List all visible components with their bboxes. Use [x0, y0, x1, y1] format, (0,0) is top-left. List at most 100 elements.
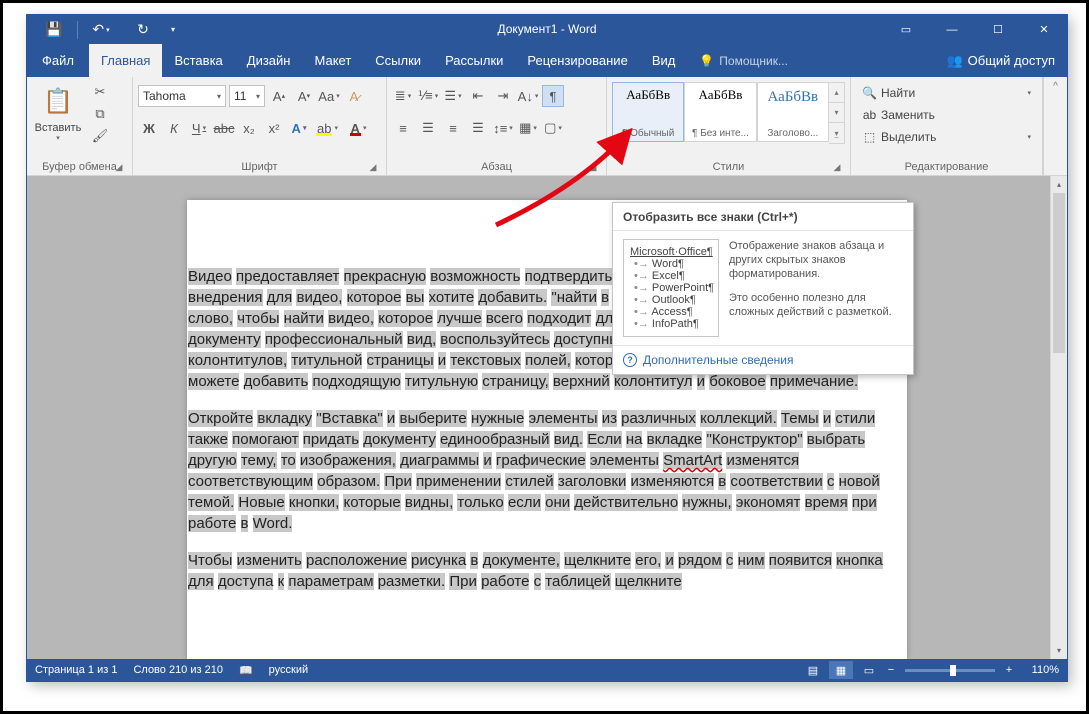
qat-customize-icon[interactable]: ▾	[164, 15, 182, 44]
align-right-icon[interactable]: ≡	[442, 117, 464, 139]
align-center-icon[interactable]: ☰	[417, 117, 439, 139]
ribbon-tabs: Файл Главная Вставка Дизайн Макет Ссылки…	[27, 44, 1067, 77]
sign-in[interactable]	[907, 44, 935, 77]
tell-me-search[interactable]: 💡Помощник...	[687, 44, 788, 77]
undo-icon[interactable]: ↶ ▾	[80, 15, 122, 44]
align-left-icon[interactable]: ≡	[392, 117, 414, 139]
share-icon: 👥	[946, 53, 962, 69]
maximize-icon[interactable]: ☐	[975, 15, 1021, 44]
minimize-icon[interactable]: —	[929, 15, 975, 44]
chevron-down-icon[interactable]: ▾	[829, 103, 844, 123]
bullets-icon[interactable]: ≣	[392, 85, 414, 107]
replace-icon: ab	[862, 108, 877, 122]
zoom-out-icon[interactable]: −	[885, 664, 897, 676]
chevron-up-icon[interactable]: ▴	[829, 83, 844, 103]
highlight-color-icon[interactable]: ab	[313, 117, 341, 139]
dialog-launcher-icon[interactable]: ◢	[367, 161, 379, 173]
web-layout-icon[interactable]: ▭	[857, 661, 881, 679]
shrink-font-icon[interactable]: A▾	[293, 85, 315, 107]
dialog-launcher-icon[interactable]: ◢	[587, 161, 599, 173]
dialog-launcher-icon[interactable]: ◢	[831, 161, 843, 173]
copy-icon[interactable]: ⧉	[90, 104, 110, 124]
sort-icon[interactable]: A↓	[517, 85, 539, 107]
bulb-icon: 💡	[699, 54, 714, 68]
scroll-up-icon[interactable]: ▴	[1051, 176, 1067, 193]
font-name-combo[interactable]: Tahoma▾	[138, 85, 226, 107]
line-spacing-icon[interactable]: ↕≡	[492, 117, 514, 139]
group-styles-label: Стили	[713, 161, 745, 173]
find-button[interactable]: 🔍Найти ▾	[858, 83, 1035, 103]
tab-insert[interactable]: Вставка	[162, 44, 234, 77]
clear-formatting-icon[interactable]: A̷	[343, 85, 365, 107]
style-heading1[interactable]: АаБбВв Заголово...	[757, 82, 829, 142]
numbering-icon[interactable]: ⅟≡	[417, 85, 439, 107]
tooltip-title: Отобразить все знаки (Ctrl+*)	[613, 203, 913, 231]
cut-icon[interactable]: ✂	[90, 82, 110, 102]
tab-home[interactable]: Главная	[89, 44, 162, 77]
help-icon: ?	[623, 353, 637, 367]
shading-icon[interactable]: ▦	[517, 117, 539, 139]
zoom-slider[interactable]	[905, 669, 995, 672]
tooltip-more-info[interactable]: ? Дополнительные сведения	[613, 345, 913, 374]
scroll-thumb[interactable]	[1053, 193, 1065, 353]
paste-button[interactable]: 📋 Вставить ▾	[32, 80, 84, 146]
italic-icon[interactable]: К	[163, 117, 185, 139]
tooltip-preview: Microsoft·Office¶•→ Word¶•→ Excel¶•→ Pow…	[623, 239, 719, 337]
status-word-count[interactable]: Слово 210 из 210	[133, 664, 223, 676]
status-page[interactable]: Страница 1 из 1	[35, 664, 117, 676]
tab-review[interactable]: Рецензирование	[515, 44, 639, 77]
tab-references[interactable]: Ссылки	[363, 44, 433, 77]
ribbon: 📋 Вставить ▾ ✂ ⧉ 🖌 Буфер обмена◢ Tahoma▾…	[27, 77, 1067, 176]
zoom-in-icon[interactable]: +	[1003, 664, 1015, 676]
print-layout-icon[interactable]: ▦	[829, 661, 853, 679]
collapse-ribbon-icon[interactable]: ^	[1043, 77, 1067, 175]
grow-font-icon[interactable]: A▴	[268, 85, 290, 107]
format-painter-icon[interactable]: 🖌	[90, 126, 110, 146]
ribbon-display-icon[interactable]: ▭	[883, 15, 929, 44]
paste-icon: 📋	[43, 84, 73, 120]
styles-expand-icon[interactable]: ▾̲	[829, 123, 844, 143]
tab-design[interactable]: Дизайн	[235, 44, 303, 77]
replace-button[interactable]: abЗаменить	[858, 105, 1035, 125]
tab-file[interactable]: Файл	[27, 44, 89, 77]
font-color-icon[interactable]: A	[344, 117, 372, 139]
multilevel-list-icon[interactable]: ☰	[442, 85, 464, 107]
text-effects-icon[interactable]: A	[288, 117, 310, 139]
window-controls: ▭ — ☐ ✕	[883, 15, 1067, 44]
read-mode-icon[interactable]: ▤	[801, 661, 825, 679]
subscript-icon[interactable]: x₂	[238, 117, 260, 139]
change-case-icon[interactable]: Aa	[318, 85, 340, 107]
window-title: Документ1 - Word	[497, 15, 596, 44]
styles-gallery-scroll[interactable]: ▴ ▾ ▾̲	[829, 82, 845, 144]
share-button[interactable]: 👥Общий доступ	[934, 44, 1067, 77]
justify-icon[interactable]: ☰	[467, 117, 489, 139]
tab-view[interactable]: Вид	[640, 44, 688, 77]
word-window: 💾 ↶ ▾ ↻ ▾ Документ1 - Word ▭ — ☐ ✕ Файл …	[26, 14, 1068, 682]
bold-icon[interactable]: Ж	[138, 117, 160, 139]
underline-icon[interactable]: Ч	[188, 117, 210, 139]
scroll-down-icon[interactable]: ▾	[1051, 642, 1067, 659]
tooltip-show-marks: Отобразить все знаки (Ctrl+*) Microsoft·…	[612, 202, 914, 375]
decrease-indent-icon[interactable]: ⇤	[467, 85, 489, 107]
superscript-icon[interactable]: x²	[263, 117, 285, 139]
group-editing-label: Редактирование	[905, 161, 989, 173]
font-size-combo[interactable]: 11▾	[229, 85, 265, 107]
close-icon[interactable]: ✕	[1021, 15, 1067, 44]
borders-icon[interactable]: ▢	[542, 117, 564, 139]
status-proofing-icon[interactable]: 📖	[239, 664, 253, 677]
show-marks-icon[interactable]: ¶	[542, 85, 564, 107]
select-button[interactable]: ⬚Выделить ▾	[858, 127, 1035, 147]
style-normal[interactable]: АаБбВв ¶ Обычный	[612, 82, 684, 142]
vertical-scrollbar[interactable]: ▴ ▾	[1050, 176, 1067, 659]
dialog-launcher-icon[interactable]: ◢	[113, 161, 125, 173]
style-no-spacing[interactable]: АаБбВв ¶ Без инте...	[684, 82, 756, 142]
increase-indent-icon[interactable]: ⇥	[492, 85, 514, 107]
status-language[interactable]: русский	[269, 664, 308, 676]
tooltip-description: Отображение знаков абзаца и других скрыт…	[729, 239, 903, 337]
strikethrough-icon[interactable]: abc	[213, 117, 235, 139]
redo-icon[interactable]: ↻	[122, 15, 164, 44]
save-icon[interactable]: 💾	[33, 15, 75, 44]
tab-layout[interactable]: Макет	[302, 44, 363, 77]
tab-mailings[interactable]: Рассылки	[433, 44, 515, 77]
zoom-level[interactable]: 110%	[1019, 664, 1059, 676]
